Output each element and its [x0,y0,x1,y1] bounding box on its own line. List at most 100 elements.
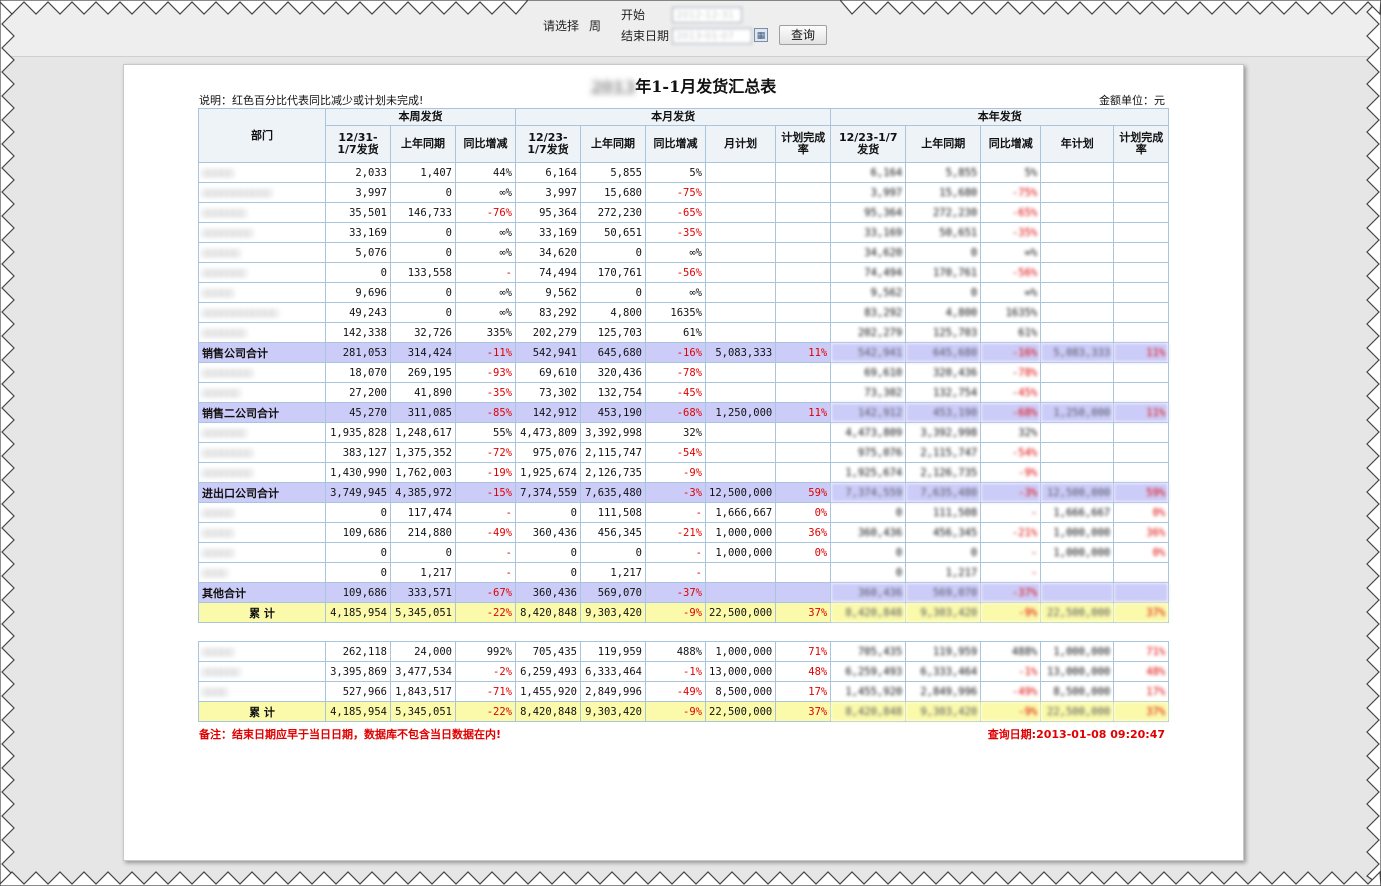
value-cell [1040,262,1115,283]
table-spacer-row [198,622,1169,642]
dept-cell: 销售二公司合计 [198,402,326,423]
value-cell: 0 [325,542,391,563]
query-toolbar: 请选择 周 开始 2012-12-31 结束日期 2013-01-07 ▦ 查询 [0,0,1381,57]
table-row: □□□□□□□□ 1,430,990 1,762,003 -19% 1,925,674 2… [198,462,1170,483]
dept-name-redacted: □□□□□□□□ [202,226,253,239]
end-date-label: 结束日期 [621,29,670,43]
value-cell [1113,302,1170,323]
value-cell: 360,436 [830,522,907,543]
dept-cell: □□□□□ [198,522,326,543]
value-cell [704,422,777,443]
value-cell: 12,500,000 [1040,482,1115,503]
value-cell: 0 [390,282,456,303]
value-cell: 2,126,735 [580,462,646,483]
query-button[interactable]: 查询 [779,25,827,45]
value-cell [1113,242,1170,263]
value-cell: 645,680 [580,342,646,363]
value-cell: 360,436 [830,582,907,603]
value-cell: 12,500,000 [704,482,777,503]
value-cell: -78% [645,362,706,383]
value-cell: 8,500,000 [704,681,777,702]
dept-name-redacted: □□□□ [202,566,228,579]
value-cell [1040,182,1115,203]
value-cell: 71% [775,641,832,662]
table-row: □□□□□□□□□□□□ 49,243 0 ∞% 83,292 4,800 1635% 83,… [198,302,1170,323]
value-cell [704,202,777,223]
dept-name-redacted: □□□□□□□□□□□□ [202,306,278,319]
value-cell: 2,115,747 [905,442,982,463]
value-cell: 2,115,747 [580,442,646,463]
value-cell [775,362,832,383]
value-cell: 4,800 [580,302,646,323]
value-cell [1113,262,1170,283]
value-cell [704,182,777,203]
value-cell [1040,302,1115,323]
value-cell: 202,279 [830,322,907,343]
value-cell: 488% [980,641,1042,662]
value-cell: 453,190 [905,402,982,423]
value-cell: -49% [980,681,1042,702]
value-cell: 22,500,000 [1040,602,1115,623]
value-cell [775,242,832,263]
header-week-group: 本周发货 [325,108,516,126]
value-cell: 542,941 [830,342,907,363]
value-cell: 132,754 [580,382,646,403]
header-year-last-year: 上年同期 [905,125,982,163]
value-cell: -9% [980,462,1042,483]
value-cell: -19% [455,462,516,483]
value-cell: 50,651 [580,222,646,243]
value-cell: 7,374,559 [515,482,581,503]
value-cell: 13,000,000 [1040,661,1115,682]
value-cell: 59% [1113,482,1170,503]
value-cell [1113,562,1170,583]
end-date-input[interactable]: 2013-01-07 [672,28,752,44]
report-title-text: 年1-1月发货汇总表 [635,77,777,96]
week-option[interactable]: 周 [589,17,601,34]
calendar-icon[interactable]: ▦ [754,28,768,42]
value-cell: 4,185,954 [325,701,391,722]
value-cell [704,442,777,463]
value-cell: -3% [980,482,1042,503]
value-cell: 1635% [645,302,706,323]
value-cell [704,222,777,243]
value-cell: 170,761 [580,262,646,283]
value-cell: -65% [645,202,706,223]
value-cell: 45,270 [325,402,391,423]
value-cell: 48% [1113,661,1170,682]
value-cell: 4,185,954 [325,602,391,623]
dept-name-redacted: □□□□□□ [202,665,240,678]
value-cell: 61% [645,322,706,343]
value-cell: 5% [645,162,706,183]
value-cell: 5,345,051 [390,602,456,623]
dept-name-redacted: □□□□□□□ [202,266,247,279]
value-cell [775,562,832,583]
value-cell: 0 [830,542,907,563]
value-cell: 0 [515,502,581,523]
dept-cell: □□□□□□□ [198,322,326,343]
value-cell [1040,582,1115,603]
dept-cell: 累 计 [198,701,326,722]
value-cell: 1,000,000 [1040,641,1115,662]
value-cell [704,582,777,603]
value-cell [1040,162,1115,183]
value-cell [775,262,832,283]
value-cell: 3,997 [325,182,391,203]
value-cell [775,462,832,483]
value-cell: -21% [645,522,706,543]
value-cell [1113,442,1170,463]
value-cell: 5,345,051 [390,701,456,722]
value-cell: 32% [645,422,706,443]
value-cell: 1,000,000 [704,522,777,543]
value-cell: 24,000 [390,641,456,662]
value-cell: 705,435 [830,641,907,662]
value-cell: - [980,542,1042,563]
value-cell: 975,076 [830,442,907,463]
start-date-input[interactable]: 2012-12-31 [672,7,742,23]
value-cell: 4,385,972 [390,482,456,503]
value-cell: 8,420,848 [515,602,581,623]
value-cell: 3,395,869 [325,661,391,682]
value-cell: -37% [980,582,1042,603]
value-cell [1040,562,1115,583]
query-date: 查询日期:2013-01-08 09:20:47 [987,728,1165,741]
table-row: □□□□□□□ 142,338 32,726 335% 202,279 125,703 61… [198,322,1170,343]
